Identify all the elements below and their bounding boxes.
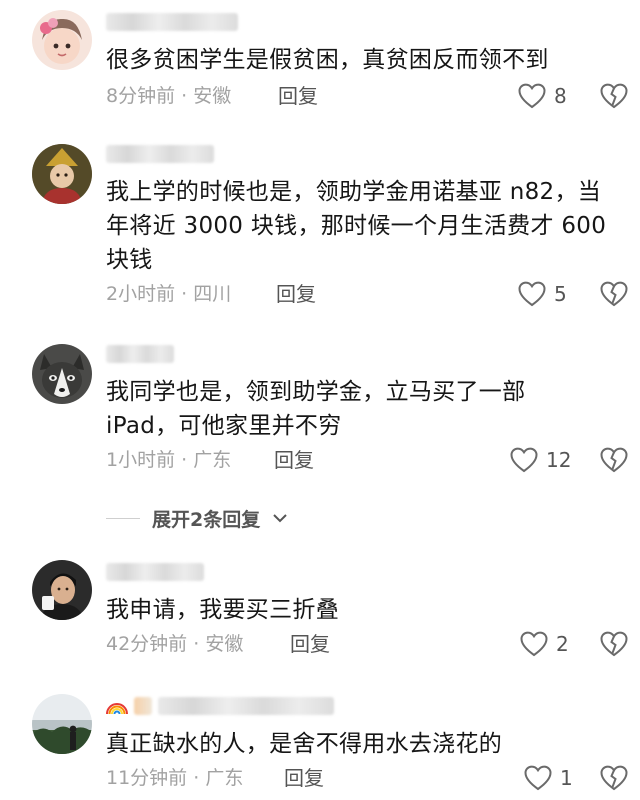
- comment-time: 11分钟前: [106, 767, 188, 789]
- reply-button[interactable]: 回复: [278, 82, 318, 110]
- comment-meta: 42分钟前 · 安徽: [106, 630, 243, 658]
- broken-heart-icon[interactable]: [600, 83, 628, 109]
- like-button[interactable]: 12: [510, 445, 571, 475]
- comment-meta: 2小时前 · 四川: [106, 280, 231, 308]
- comment-text: 真正缺水的人，是舍不得用水去浇花的: [106, 731, 503, 757]
- comment-location: 安徽: [205, 633, 244, 655]
- like-count: 5: [554, 282, 567, 306]
- comment-time: 2小时前: [106, 283, 176, 305]
- comment-text: 我申请，我要买三折叠: [106, 597, 339, 623]
- heart-icon: [518, 281, 546, 307]
- expand-replies-button[interactable]: 展开2条回复: [106, 504, 288, 532]
- comment-location: 广东: [193, 449, 232, 471]
- broken-heart-icon[interactable]: [600, 631, 628, 657]
- comment-list: 很多贫困学生是假贫困，真贫困反而领不到 8分钟前 · 安徽 回复 8 我上学的时…: [0, 0, 640, 800]
- like-count: 2: [556, 632, 569, 656]
- meta-separator: ·: [175, 449, 194, 471]
- man-with-cup-avatar[interactable]: [32, 560, 92, 620]
- reply-button[interactable]: 回复: [290, 630, 330, 658]
- comment-meta: 8分钟前 · 安徽: [106, 82, 231, 110]
- broken-heart-icon[interactable]: [600, 447, 628, 473]
- sunset-avatar[interactable]: [32, 694, 92, 754]
- reply-button[interactable]: 回复: [284, 764, 324, 792]
- username-blurred[interactable]: [106, 342, 174, 366]
- heart-icon: [520, 631, 548, 657]
- like-button[interactable]: 5: [518, 279, 567, 309]
- like-button[interactable]: 2: [520, 629, 569, 659]
- comment-location: 安徽: [193, 85, 232, 107]
- costume-avatar[interactable]: [32, 144, 92, 204]
- like-button[interactable]: 1: [524, 763, 573, 793]
- comment-time: 8分钟前: [106, 85, 176, 107]
- comment-meta: 1小时前 · 广东: [106, 446, 231, 474]
- heart-icon: [510, 447, 538, 473]
- username-blurred[interactable]: [106, 560, 204, 584]
- like-count: 1: [560, 766, 573, 790]
- heart-icon: [524, 765, 552, 791]
- meta-separator: ·: [187, 633, 206, 655]
- broken-heart-icon[interactable]: [600, 765, 628, 791]
- comment-meta: 11分钟前 · 广东: [106, 764, 243, 792]
- meta-separator: ·: [175, 283, 194, 305]
- chevron-down-icon: [273, 514, 287, 523]
- broken-heart-icon[interactable]: [600, 281, 628, 307]
- divider-line: [106, 517, 140, 519]
- reply-button[interactable]: 回复: [274, 446, 314, 474]
- expand-replies-label: 展开2条回复: [152, 508, 261, 531]
- husky-avatar[interactable]: [32, 344, 92, 404]
- like-button[interactable]: 8: [518, 81, 567, 111]
- comment-text: 我同学也是，领到助学金，立马买了一部 iPad，可他家里并不穷: [106, 379, 526, 439]
- heart-icon: [518, 83, 546, 109]
- comment-text: 我上学的时候也是，领助学金用诺基亚 n82，当年将近 3000 块钱，那时候一个…: [106, 179, 607, 273]
- comment-location: 四川: [193, 283, 232, 305]
- meta-separator: ·: [175, 85, 194, 107]
- username-blurred[interactable]: [106, 694, 334, 718]
- reply-button[interactable]: 回复: [276, 280, 316, 308]
- child-avatar[interactable]: [32, 10, 92, 70]
- like-count: 12: [546, 448, 572, 472]
- comment-time: 42分钟前: [106, 633, 188, 655]
- username-blurred[interactable]: [106, 142, 214, 166]
- like-count: 8: [554, 84, 567, 108]
- comment-text: 很多贫困学生是假贫困，真贫困反而领不到: [106, 47, 549, 73]
- username-blurred[interactable]: [106, 10, 238, 34]
- comment-location: 广东: [205, 767, 244, 789]
- comment-time: 1小时前: [106, 449, 176, 471]
- rainbow-badge-icon: [106, 703, 128, 715]
- meta-separator: ·: [187, 767, 206, 789]
